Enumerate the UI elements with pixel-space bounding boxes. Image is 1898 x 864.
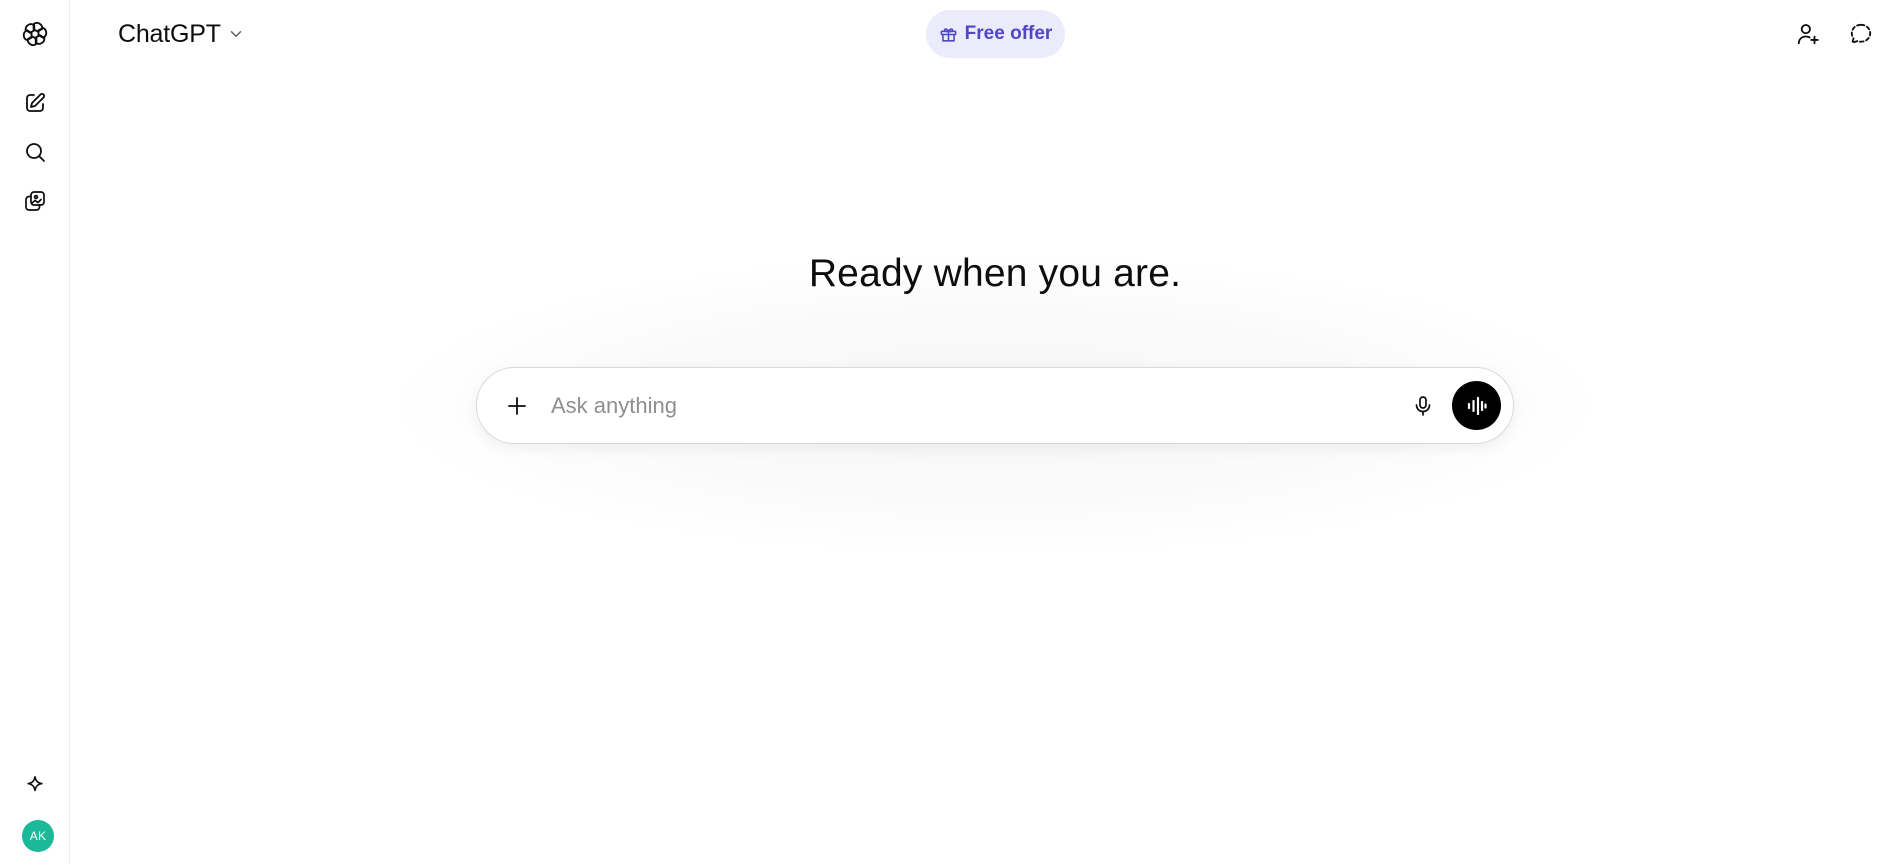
chevron-down-icon xyxy=(230,31,242,37)
upgrade-plan-button[interactable] xyxy=(15,765,55,805)
sparkle-icon xyxy=(27,775,43,792)
composer xyxy=(476,367,1514,444)
gift-icon xyxy=(940,27,957,42)
microphone-icon xyxy=(1415,396,1431,416)
model-name: ChatGPT xyxy=(118,19,221,48)
waveform-icon xyxy=(1467,396,1487,415)
app-window: AK ChatGPT Free offer Ready when you are… xyxy=(0,0,1898,864)
library-icon xyxy=(25,191,45,211)
voice-mode-button[interactable] xyxy=(1452,381,1501,430)
temporary-chat-icon xyxy=(1850,23,1872,45)
search-icon xyxy=(26,143,45,162)
new-chat-button[interactable] xyxy=(15,83,55,123)
plus-icon xyxy=(508,397,526,415)
library-button[interactable] xyxy=(15,181,55,221)
user-avatar[interactable]: AK xyxy=(22,820,54,852)
add-user-icon xyxy=(1797,24,1819,45)
share-invite-button[interactable] xyxy=(1788,14,1828,54)
temporary-chat-button[interactable] xyxy=(1841,14,1881,54)
model-switcher[interactable]: ChatGPT xyxy=(112,14,251,54)
search-chats-button[interactable] xyxy=(15,132,55,172)
new-chat-icon xyxy=(26,93,45,112)
sidebar-rail: AK xyxy=(0,0,70,864)
free-offer-button[interactable]: Free offer xyxy=(926,10,1065,58)
attach-button[interactable] xyxy=(497,386,537,426)
prompt-input[interactable] xyxy=(549,386,1349,426)
openai-logo-icon xyxy=(22,22,48,46)
dictate-button[interactable] xyxy=(1403,386,1443,426)
free-offer-label: Free offer xyxy=(964,23,1053,44)
hero-title: Ready when you are. xyxy=(808,252,1182,295)
openai-logo-button[interactable] xyxy=(15,14,55,54)
